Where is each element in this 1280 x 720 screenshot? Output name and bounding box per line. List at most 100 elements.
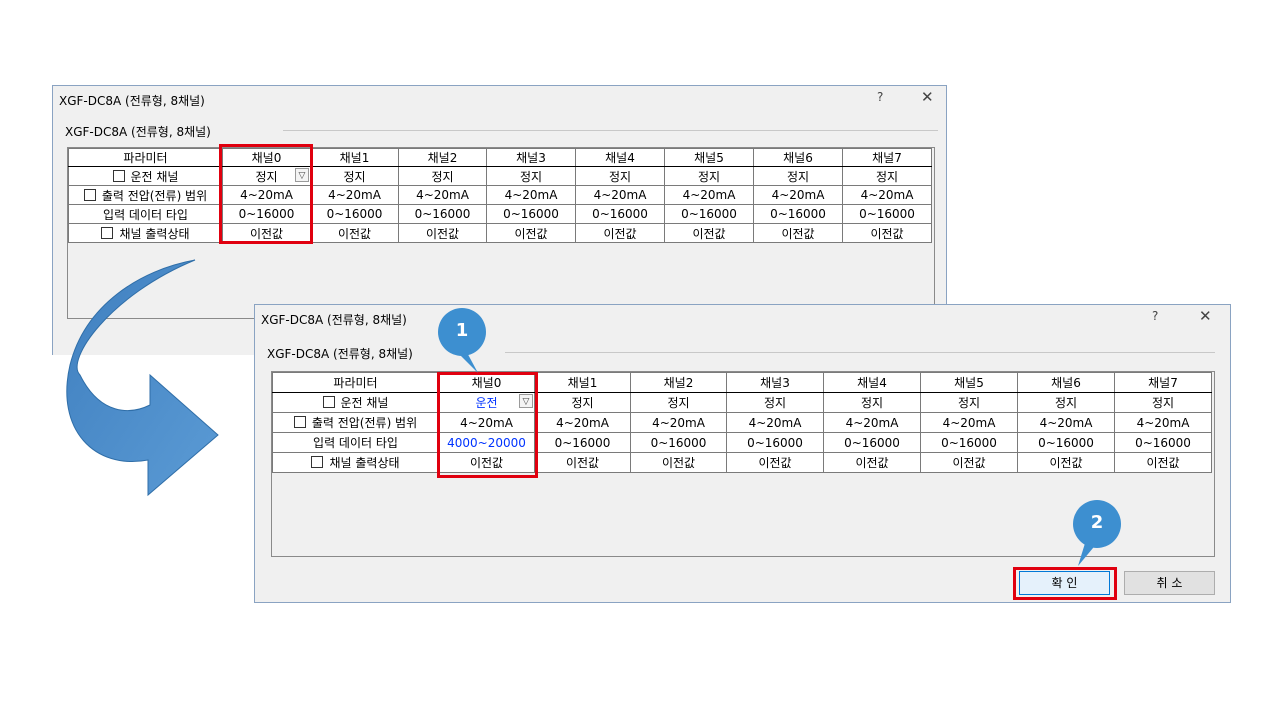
cancel-button[interactable]: 취 소 (1124, 571, 1215, 595)
table-cell[interactable]: 0~16000 (823, 432, 921, 453)
table-cell[interactable]: 이전값 (920, 452, 1018, 473)
checkbox[interactable] (322, 396, 335, 408)
row-label: 운전 채널 (130, 169, 179, 184)
table-cell[interactable]: 0~16000 (753, 204, 843, 224)
table-cell[interactable]: 이전값 (310, 223, 399, 243)
table-cell[interactable]: 정지 (1114, 392, 1212, 413)
table-cell[interactable]: 0~16000 (575, 204, 665, 224)
checkbox[interactable] (112, 169, 125, 182)
table-cell[interactable]: 정지 (310, 166, 399, 186)
table-cell[interactable]: 4~20mA (823, 412, 921, 433)
channel-header: 채널6 (1017, 372, 1115, 393)
table-cell[interactable]: 0~16000 (1017, 432, 1115, 453)
channel-header: 채널7 (1114, 372, 1212, 393)
table-cell[interactable]: 4~20mA (486, 185, 576, 205)
table-cell[interactable]: 4~20mA (1017, 412, 1115, 433)
callout-step-2: 2 (1070, 500, 1126, 570)
table-cell[interactable]: 정지 (664, 166, 754, 186)
table-cell[interactable]: 정지 (534, 392, 631, 413)
table-cell[interactable]: 이전값 (726, 452, 824, 473)
table-cell[interactable]: 4~20mA (1114, 412, 1212, 433)
callout-number: 2 (1090, 512, 1104, 533)
channel-header: 채널7 (842, 148, 932, 167)
header-row: 파라미터 채널0 채널1 채널2 채널3 채널4 채널5 채널6 채널7 (272, 372, 1212, 393)
table-cell[interactable]: 4~20mA (398, 185, 487, 205)
row-label: 출력 전압(전류) 범위 (311, 416, 418, 430)
group-divider (283, 130, 938, 131)
table-cell[interactable]: 정지 (398, 166, 487, 186)
table-cell[interactable]: 4~20mA (726, 412, 824, 433)
row-header[interactable]: 채널 출력상태 (272, 452, 439, 473)
row-label: 운전 채널 (340, 396, 389, 410)
row-header[interactable]: 출력 전압(전류) 범위 (68, 185, 223, 205)
table-cell[interactable]: 0~16000 (920, 432, 1018, 453)
window-title: XGF-DC8A (전류형, 8채널) (59, 94, 205, 108)
table-cell[interactable]: 이전값 (398, 223, 487, 243)
table-cell[interactable]: 이전값 (1114, 452, 1212, 473)
row-label: 채널 출력상태 (329, 456, 400, 470)
table-cell[interactable]: 이전값 (486, 223, 576, 243)
table-cell[interactable]: 4~20mA (310, 185, 399, 205)
table-cell[interactable]: 0~16000 (398, 204, 487, 224)
table-cell[interactable]: 4~20mA (920, 412, 1018, 433)
table-cell[interactable]: 4~20mA (842, 185, 932, 205)
table-cell[interactable]: 4~20mA (630, 412, 727, 433)
checkbox[interactable] (311, 456, 324, 468)
row-header[interactable]: 출력 전압(전류) 범위 (272, 412, 439, 433)
titlebar: XGF-DC8A (전류형, 8채널) ? ✕ (255, 305, 1230, 331)
table-cell[interactable]: 4~20mA (753, 185, 843, 205)
table-cell[interactable]: 0~16000 (310, 204, 399, 224)
row-label: 채널 출력상태 (119, 226, 190, 241)
table-cell[interactable]: 정지 (823, 392, 921, 413)
table-cell[interactable]: 정지 (630, 392, 727, 413)
channel-header: 채널1 (310, 148, 399, 167)
table-cell[interactable]: 이전값 (1017, 452, 1115, 473)
callout-bubble-icon (1073, 500, 1121, 566)
callout-number: 1 (455, 320, 469, 341)
table-cell[interactable]: 이전값 (534, 452, 631, 473)
table-cell[interactable]: 정지 (726, 392, 824, 413)
table-cell[interactable]: 0~16000 (486, 204, 576, 224)
checkbox[interactable] (83, 188, 96, 201)
table-cell[interactable]: 이전값 (753, 223, 843, 243)
highlight-box-channel0 (437, 372, 538, 478)
table-cell[interactable]: 0~16000 (726, 432, 824, 453)
close-button[interactable]: ✕ (921, 88, 934, 106)
table-cell[interactable]: 이전값 (630, 452, 727, 473)
table-cell[interactable]: 4~20mA (534, 412, 631, 433)
row-header[interactable]: 운전 채널 (68, 166, 223, 186)
channel-header: 채널3 (726, 372, 824, 393)
table-cell[interactable]: 이전값 (842, 223, 932, 243)
param-header: 파라미터 (68, 148, 223, 167)
table-cell[interactable]: 0~16000 (842, 204, 932, 224)
titlebar: XGF-DC8A (전류형, 8채널) ? ✕ (53, 86, 946, 112)
checkbox[interactable] (293, 416, 306, 428)
channel-header: 채널6 (753, 148, 843, 167)
table-cell[interactable]: 정지 (920, 392, 1018, 413)
channel-header: 채널3 (486, 148, 576, 167)
table-cell[interactable]: 0~16000 (1114, 432, 1212, 453)
table-cell[interactable]: 이전값 (575, 223, 665, 243)
row-header[interactable]: 운전 채널 (272, 392, 439, 413)
table-cell[interactable]: 이전값 (664, 223, 754, 243)
table-cell[interactable]: 정지 (575, 166, 665, 186)
checkbox[interactable] (101, 226, 114, 239)
table-cell[interactable]: 정지 (1017, 392, 1115, 413)
table-cell[interactable]: 정지 (753, 166, 843, 186)
table-cell[interactable]: 정지 (842, 166, 932, 186)
table-cell[interactable]: 0~16000 (664, 204, 754, 224)
help-button[interactable]: ? (877, 90, 883, 104)
table-cell[interactable]: 4~20mA (575, 185, 665, 205)
table-cell[interactable]: 이전값 (823, 452, 921, 473)
row-run-channel: 운전 채널 정지 ▽ 정지 정지 정지 정지 정지 정지 정지 (68, 166, 932, 186)
channel-header: 채널4 (575, 148, 665, 167)
help-button[interactable]: ? (1152, 309, 1158, 323)
table-cell[interactable]: 4~20mA (664, 185, 754, 205)
table-cell[interactable]: 정지 (486, 166, 576, 186)
group-divider (505, 352, 1215, 353)
table-cell[interactable]: 0~16000 (534, 432, 631, 453)
table-cell[interactable]: 0~16000 (630, 432, 727, 453)
channel-header: 채널4 (823, 372, 921, 393)
close-button[interactable]: ✕ (1199, 307, 1212, 325)
row-label: 출력 전압(전류) 범위 (101, 188, 208, 203)
